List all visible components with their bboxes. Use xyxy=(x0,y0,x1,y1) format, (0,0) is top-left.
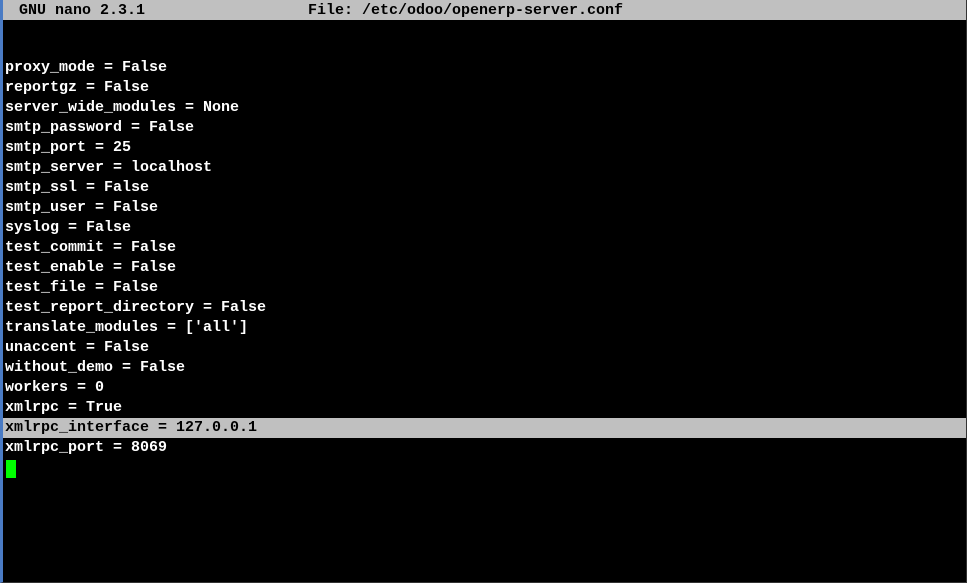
editor-line: xmlrpc_port = 8069 xyxy=(3,438,966,458)
editor-line: smtp_password = False xyxy=(3,118,966,138)
title-bar: GNU nano 2.3.1 File: /etc/odoo/openerp-s… xyxy=(3,0,966,20)
editor-line: smtp_port = 25 xyxy=(3,138,966,158)
app-name: GNU nano 2.3.1 xyxy=(3,2,145,19)
editor-line: syslog = False xyxy=(3,218,966,238)
editor-line: smtp_server = localhost xyxy=(3,158,966,178)
editor-line: translate_modules = ['all'] xyxy=(3,318,966,338)
editor-line: smtp_ssl = False xyxy=(3,178,966,198)
editor-line: test_enable = False xyxy=(3,258,966,278)
editor-line: workers = 0 xyxy=(3,378,966,398)
editor-line: test_file = False xyxy=(3,278,966,298)
editor-line: smtp_user = False xyxy=(3,198,966,218)
editor-line: xmlrpc_interface = 127.0.0.1 xyxy=(3,418,966,438)
cursor xyxy=(6,460,16,478)
cursor-line xyxy=(3,458,966,478)
editor-line: unaccent = False xyxy=(3,338,966,358)
editor-line: xmlrpc = True xyxy=(3,398,966,418)
editor-line: without_demo = False xyxy=(3,358,966,378)
editor-line: test_commit = False xyxy=(3,238,966,258)
editor-content[interactable]: proxy_mode = Falsereportgz = Falseserver… xyxy=(3,20,966,478)
editor-line: proxy_mode = False xyxy=(3,58,966,78)
file-label: File: /etc/odoo/openerp-server.conf xyxy=(145,2,786,19)
editor-line: reportgz = False xyxy=(3,78,966,98)
editor-line: test_report_directory = False xyxy=(3,298,966,318)
editor-line: server_wide_modules = None xyxy=(3,98,966,118)
